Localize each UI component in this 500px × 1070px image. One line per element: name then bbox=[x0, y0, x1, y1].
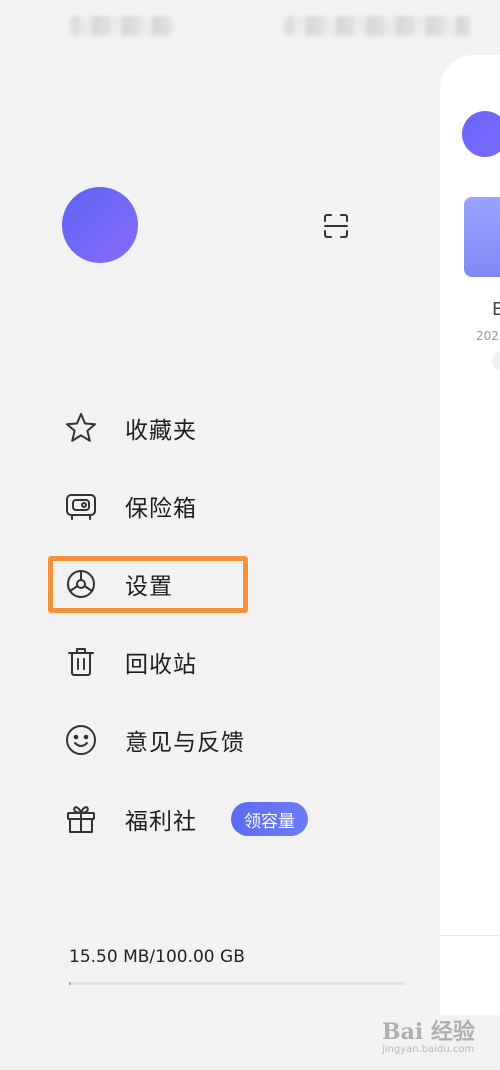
menu-item-label: 福利社 bbox=[125, 809, 197, 835]
menu-item-favorites[interactable]: 收藏夹 bbox=[62, 398, 402, 458]
folder-icon[interactable] bbox=[464, 197, 500, 277]
storage-progress-bar bbox=[69, 982, 405, 985]
settings-highlight-annotation bbox=[48, 556, 248, 613]
main-content-panel[interactable]: E 202 bbox=[440, 55, 500, 1015]
watermark-url: jingyan.baidu.com bbox=[382, 1044, 475, 1055]
panel-item-date: 202 bbox=[476, 329, 499, 343]
panel-item-title: E bbox=[492, 299, 500, 320]
menu-item-label: 收藏夹 bbox=[125, 418, 197, 444]
trash-icon bbox=[62, 643, 100, 681]
panel-item-tag bbox=[492, 351, 500, 371]
menu-item-label: 回收站 bbox=[125, 652, 197, 678]
status-bar-right-blurred bbox=[284, 16, 470, 36]
baidu-jingyan-watermark: Bai 经验 jingyan.baidu.com bbox=[382, 1014, 492, 1060]
menu-item-safe[interactable]: 保险箱 bbox=[62, 476, 402, 536]
gift-icon bbox=[62, 800, 100, 838]
scan-button[interactable] bbox=[318, 208, 354, 244]
menu-item-label: 意见与反馈 bbox=[125, 730, 245, 756]
smile-icon bbox=[62, 721, 100, 759]
panel-avatar[interactable] bbox=[462, 111, 500, 157]
star-icon bbox=[62, 409, 100, 447]
user-avatar[interactable] bbox=[62, 187, 138, 263]
menu-item-feedback[interactable]: 意见与反馈 bbox=[62, 710, 402, 770]
storage-progress-fill bbox=[69, 982, 72, 985]
storage-usage-text: 15.50 MB/100.00 GB bbox=[69, 947, 245, 967]
scan-icon bbox=[324, 214, 348, 238]
menu-item-recycle-bin[interactable]: 回收站 bbox=[62, 632, 402, 692]
watermark-logo-text: Bai 经验 bbox=[382, 1019, 475, 1045]
safe-icon bbox=[62, 487, 100, 525]
panel-divider bbox=[440, 935, 500, 936]
status-bar-left-blurred bbox=[70, 16, 174, 36]
menu-item-label: 保险箱 bbox=[125, 496, 197, 522]
claim-storage-badge[interactable]: 领容量 bbox=[231, 802, 308, 836]
status-bar bbox=[0, 0, 500, 50]
menu-item-welfare[interactable]: 福利社 领容量 bbox=[62, 789, 402, 849]
